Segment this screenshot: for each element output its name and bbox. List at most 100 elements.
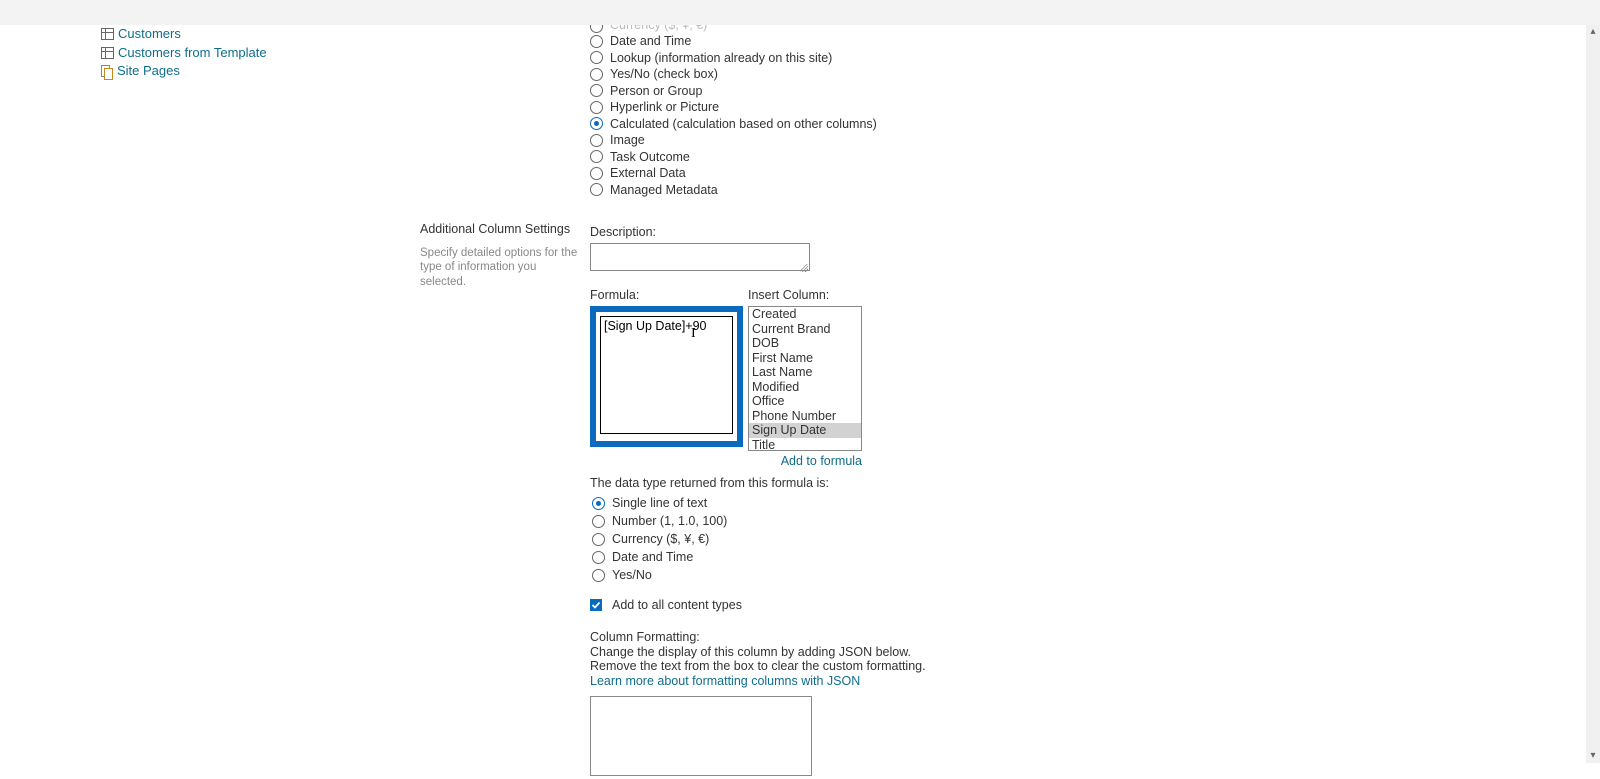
insert-column-option-current-brand[interactable]: Current Brand — [749, 322, 861, 337]
option-label: Phone Number — [752, 409, 836, 423]
option-label: Sign Up Date — [752, 423, 826, 437]
scroll-down-icon[interactable]: ▾ — [1586, 749, 1600, 763]
add-to-formula-link[interactable]: Add to formula — [781, 454, 862, 468]
radio-label: Yes/No (check box) — [610, 66, 718, 83]
radio-label: Managed Metadata — [610, 182, 718, 199]
radio-icon — [590, 150, 603, 163]
additional-column-settings: Additional Column Settings Specify detai… — [420, 222, 580, 289]
settings-subtext: Specify detailed options for the type of… — [420, 246, 580, 289]
option-label: Modified — [752, 380, 799, 394]
radio-label: Date and Time — [610, 33, 691, 50]
nav-item-customers[interactable]: Customers — [101, 25, 381, 44]
radio-label: External Data — [610, 165, 686, 182]
nav-item-label: Site Pages — [117, 62, 180, 81]
insert-column-list[interactable]: Created Current Brand DOB First Name Las… — [748, 306, 862, 451]
radio-label: Image — [610, 132, 645, 149]
insert-column-option-created[interactable]: Created — [749, 307, 861, 322]
radio-icon — [590, 51, 603, 64]
radio-icon — [592, 533, 605, 546]
radio-hyperlink-or-picture[interactable]: Hyperlink or Picture — [590, 99, 877, 116]
radio-yes-no[interactable]: Yes/No (check box) — [590, 66, 877, 83]
formula-label: Formula: — [590, 288, 743, 302]
radio-icon — [590, 167, 603, 180]
insert-column-option-sign-up-date[interactable]: Sign Up Date — [749, 423, 861, 438]
radio-managed-metadata[interactable]: Managed Metadata — [590, 182, 877, 199]
insert-column-option-phone-number[interactable]: Phone Number — [749, 409, 861, 424]
list-icon — [101, 47, 114, 59]
insert-column-label: Insert Column: — [748, 288, 862, 302]
radio-image[interactable]: Image — [590, 132, 877, 149]
settings-heading: Additional Column Settings — [420, 222, 580, 236]
radio-lookup[interactable]: Lookup (information already on this site… — [590, 50, 877, 67]
radio-icon — [590, 84, 603, 97]
nav-item-site-pages[interactable]: Site Pages — [101, 62, 381, 81]
radio-label: Calculated (calculation based on other c… — [610, 116, 877, 133]
radio-icon — [590, 35, 603, 48]
option-label: First Name — [752, 351, 813, 365]
radio-icon — [592, 497, 605, 510]
radio-date-and-time[interactable]: Date and Time — [590, 33, 877, 50]
option-label: Created — [752, 307, 796, 321]
radio-label: Currency ($, ¥, €) — [610, 25, 707, 33]
option-label: Office — [752, 394, 784, 408]
radio-label: Yes/No — [612, 567, 652, 584]
radio-icon — [592, 515, 605, 528]
column-formatting-json-input[interactable] — [590, 696, 812, 776]
radio-label: Lookup (information already on this site… — [610, 50, 832, 67]
return-type-yes-no[interactable]: Yes/No — [592, 566, 926, 584]
return-type-date-time[interactable]: Date and Time — [592, 548, 926, 566]
radio-task-outcome[interactable]: Task Outcome — [590, 149, 877, 166]
return-type-single-line[interactable]: Single line of text — [592, 494, 926, 512]
option-label: DOB — [752, 336, 779, 350]
add-to-all-content-types[interactable]: Add to all content types — [590, 598, 926, 612]
description-label: Description: — [590, 225, 926, 239]
insert-column-option-dob[interactable]: DOB — [749, 336, 861, 351]
column-formatting-heading: Column Formatting: — [590, 630, 926, 644]
radio-icon — [590, 101, 603, 114]
column-formatting-section: Column Formatting: Change the display of… — [590, 630, 926, 779]
description-input[interactable] — [590, 243, 810, 271]
insert-column-option-title[interactable]: Title — [749, 438, 861, 452]
checkbox-icon — [590, 599, 602, 611]
insert-column-option-first-name[interactable]: First Name — [749, 351, 861, 366]
formula-highlight: I — [590, 306, 743, 447]
settings-controls: Description: Formula: I Insert Column: C… — [590, 225, 926, 779]
radio-icon — [592, 569, 605, 582]
radio-label: Single line of text — [612, 495, 707, 512]
radio-icon — [590, 68, 603, 81]
option-label: Current Brand — [752, 322, 831, 336]
option-label: Title — [752, 438, 775, 452]
radio-external-data[interactable]: External Data — [590, 165, 877, 182]
radio-icon — [590, 183, 603, 196]
column-formatting-text-2: Remove the text from the box to clear th… — [590, 659, 926, 673]
radio-label: Number (1, 1.0, 100) — [612, 513, 727, 530]
page-scrollbar[interactable]: ▴ ▾ — [1586, 25, 1600, 763]
return-type-section: The data type returned from this formula… — [590, 476, 926, 584]
radio-label: Hyperlink or Picture — [610, 99, 719, 116]
nav-item-customers-from-template[interactable]: Customers from Template — [101, 44, 381, 63]
column-formatting-text-1: Change the display of this column by add… — [590, 645, 926, 659]
radio-label: Task Outcome — [610, 149, 690, 166]
formula-input[interactable] — [600, 316, 733, 434]
radio-person-or-group[interactable]: Person or Group — [590, 83, 877, 100]
radio-icon — [592, 551, 605, 564]
site-pages-icon — [101, 65, 113, 77]
return-type-currency[interactable]: Currency ($, ¥, €) — [592, 530, 926, 548]
radio-label: Currency ($, ¥, €) — [612, 531, 709, 548]
return-type-prompt: The data type returned from this formula… — [590, 476, 926, 490]
radio-icon — [590, 117, 603, 130]
radio-currency[interactable]: Currency ($, ¥, €) — [590, 25, 877, 33]
radio-calculated[interactable]: Calculated (calculation based on other c… — [590, 116, 877, 133]
radio-icon — [590, 134, 603, 147]
insert-column-option-modified[interactable]: Modified — [749, 380, 861, 395]
list-icon — [101, 28, 114, 40]
scroll-up-icon[interactable]: ▴ — [1586, 25, 1600, 39]
column-type-radios: Currency ($, ¥, €) Date and Time Lookup … — [590, 25, 877, 198]
radio-icon — [590, 25, 603, 33]
return-type-number[interactable]: Number (1, 1.0, 100) — [592, 512, 926, 530]
insert-column-option-last-name[interactable]: Last Name — [749, 365, 861, 380]
option-label: Last Name — [752, 365, 812, 379]
insert-column-option-office[interactable]: Office — [749, 394, 861, 409]
top-bar — [0, 0, 1600, 25]
column-formatting-learn-more-link[interactable]: Learn more about formatting columns with… — [590, 674, 860, 688]
